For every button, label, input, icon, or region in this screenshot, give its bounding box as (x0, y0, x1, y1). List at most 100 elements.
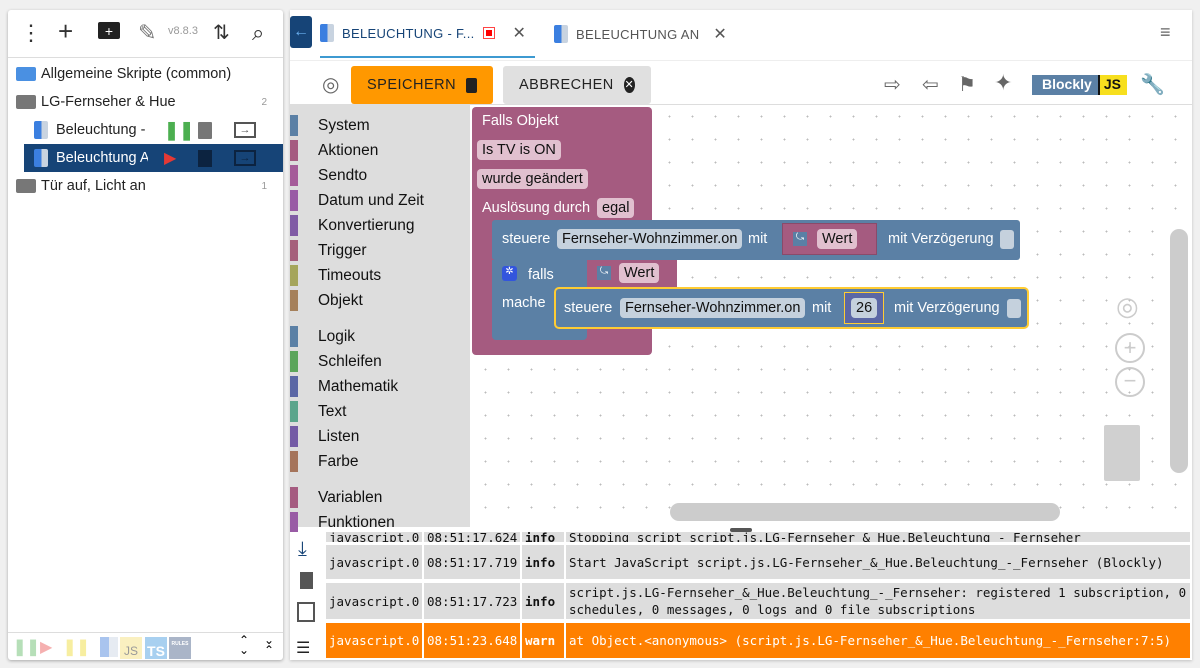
object-field[interactable]: Fernseher-Wohnzimmer.on (557, 229, 743, 249)
set-state-block[interactable]: steuere Fernseher-Wohnzimmer.on mit ⤿ We… (492, 220, 1020, 260)
export-icon[interactable]: → (234, 150, 256, 166)
toolbox-category[interactable]: Farbe (290, 449, 359, 474)
table-view-icon[interactable]: ☰ (296, 638, 310, 658)
save-label: SPEICHERN (367, 77, 457, 93)
export-blocks-icon[interactable]: ⇨ (884, 72, 901, 97)
copy-icon[interactable] (297, 602, 315, 622)
tree-folder-tuer[interactable]: Tür auf, Licht an 1 (8, 172, 283, 200)
pause-icon[interactable]: ❚❚ (164, 120, 194, 141)
more-vert-icon[interactable]: ⋮ (20, 20, 42, 46)
toolbox-category[interactable]: Text (290, 399, 346, 424)
log-time: 08:51:17.723 (424, 583, 522, 619)
value-dropdown[interactable]: Wert (619, 263, 660, 283)
toolbox-category[interactable]: Trigger (290, 238, 367, 263)
scroll-down-icon[interactable]: ⤓ (298, 538, 307, 561)
toolbox-category[interactable]: Mathematik (290, 374, 398, 399)
number-block[interactable]: 26 (844, 292, 884, 324)
wrench-icon[interactable]: 🔧 (1140, 72, 1165, 97)
block-label: steuere (502, 231, 551, 247)
close-tab-icon[interactable]: ✕ (513, 23, 527, 43)
number-field[interactable]: 26 (851, 298, 878, 318)
delete-icon[interactable] (198, 121, 212, 139)
value-block[interactable]: ⤿ Wert (782, 223, 877, 255)
back-icon[interactable]: ← (290, 16, 312, 48)
toolbox-category[interactable]: System (290, 113, 370, 138)
play-all-icon[interactable]: ▶ (40, 637, 52, 657)
tree-folder-lg[interactable]: LG-Fernseher & Hue 2 (8, 88, 283, 116)
log-source: javascript.0 (326, 583, 424, 619)
editor-panel: ← BELEUCHTUNG - F... ✕ BELEUCHTUNG AN ✕ … (290, 10, 1192, 660)
tree-folder-common[interactable]: Allgemeine Skripte (common) (8, 60, 283, 88)
clear-log-icon[interactable] (300, 572, 313, 589)
gear-icon[interactable]: ✲ (502, 266, 517, 281)
zoom-in-icon[interactable]: + (1115, 333, 1145, 363)
toolbox-category[interactable]: Aktionen (290, 138, 378, 163)
blockly-js-toggle[interactable]: Blockly JS (1032, 75, 1127, 95)
pause-icon[interactable]: ❚❚ (63, 637, 90, 657)
toolbox-category[interactable]: Logik (290, 324, 355, 349)
pause-all-icon[interactable]: ❚❚ (13, 637, 40, 657)
toolbox-category[interactable]: Sendto (290, 163, 367, 188)
zoom-out-icon[interactable]: − (1115, 367, 1145, 397)
block-label: mit (748, 231, 768, 247)
rules-filter-icon[interactable]: RULES (169, 637, 191, 659)
toolbox-category[interactable]: Variablen (290, 485, 382, 510)
log-level: info (522, 545, 566, 579)
delete-icon[interactable] (198, 149, 212, 167)
js-label: JS (1097, 75, 1127, 95)
recenter-icon[interactable]: ◎ (1116, 291, 1139, 322)
toolbox-category[interactable]: Timeouts (290, 263, 381, 288)
tree-script-1[interactable]: Beleuchtung - ❚❚ → (8, 116, 283, 144)
checkered-flag-icon[interactable]: ⚑ (958, 72, 976, 97)
delay-checkbox[interactable] (1000, 230, 1014, 249)
toolbox-category[interactable]: Schleifen (290, 349, 382, 374)
import-blocks-icon[interactable]: ⇦ (922, 72, 939, 97)
category-color-swatch (290, 451, 298, 472)
add-icon[interactable]: + (58, 16, 73, 47)
tab-beleuchtung-an[interactable]: BELEUCHTUNG AN ✕ (554, 10, 727, 58)
cancel-button[interactable]: ABBRECHEN ✕ (503, 66, 651, 104)
export-icon[interactable]: → (234, 122, 256, 138)
toolbox-category[interactable]: Konvertierung (290, 213, 415, 238)
play-icon[interactable]: ▶ (164, 148, 176, 168)
sparkles-icon[interactable]: ✦ (994, 70, 1012, 96)
stop-icon[interactable] (482, 27, 495, 39)
vertical-scrollbar[interactable] (1170, 229, 1188, 473)
set-state-block-selected[interactable]: steuere Fernseher-Wohnzimmer.on mit 26 m… (554, 287, 1029, 329)
category-color-swatch (290, 215, 298, 236)
horizontal-scrollbar[interactable] (670, 503, 1060, 521)
toolbox-category[interactable]: Listen (290, 424, 359, 449)
ts-filter-icon[interactable]: TS (145, 637, 167, 659)
log-message: at Object.<anonymous> (script.js.LG-Fern… (566, 623, 1192, 658)
condition-dropdown[interactable]: wurde geändert (477, 169, 588, 189)
sort-icon[interactable]: ⇅ (213, 20, 230, 45)
category-color-swatch (290, 487, 298, 508)
expand-all-icon[interactable]: ⌃ ⌄ (239, 634, 249, 656)
trigger-dropdown[interactable]: egal (597, 198, 635, 218)
item-label: Beleuchtung A (56, 150, 148, 166)
value-block[interactable]: ⤿ Wert (587, 260, 677, 287)
close-tab-icon[interactable]: ✕ (713, 24, 727, 44)
toolbox-category[interactable]: Datum und Zeit (290, 188, 424, 213)
toolbox-category[interactable]: Objekt (290, 288, 363, 313)
collapse-all-icon[interactable]: ⌄ ⌃ (264, 634, 274, 656)
menu-icon[interactable]: ≡ (1160, 22, 1171, 43)
js-filter-icon[interactable]: JS (120, 637, 142, 659)
delay-checkbox[interactable] (1007, 299, 1021, 318)
edit-icon[interactable]: ✎ (138, 20, 156, 46)
object-field[interactable]: Is TV is ON (477, 140, 561, 160)
tree-script-2[interactable]: Beleuchtung A ▶ → (24, 144, 283, 172)
folder-icon (16, 67, 36, 81)
log-time: 08:51:23.648 (424, 623, 522, 658)
value-dropdown[interactable]: Wert (817, 229, 858, 249)
locate-icon[interactable]: ◎ (322, 72, 339, 97)
trash-icon[interactable] (1104, 425, 1140, 481)
log-time: 08:51:17.624 (424, 532, 522, 542)
tab-beleuchtung-f[interactable]: BELEUCHTUNG - F... ✕ (320, 10, 535, 58)
save-button[interactable]: SPEICHERN (351, 66, 493, 104)
search-icon[interactable]: ⌕ (252, 20, 264, 46)
blockly-filter-icon[interactable] (100, 637, 118, 657)
blockly-workspace[interactable]: System Aktionen Sendto Datum und Zeit Konver… (290, 104, 1192, 533)
object-field[interactable]: Fernseher-Wohnzimmer.on (620, 298, 806, 318)
add-folder-icon[interactable]: + (98, 22, 120, 39)
